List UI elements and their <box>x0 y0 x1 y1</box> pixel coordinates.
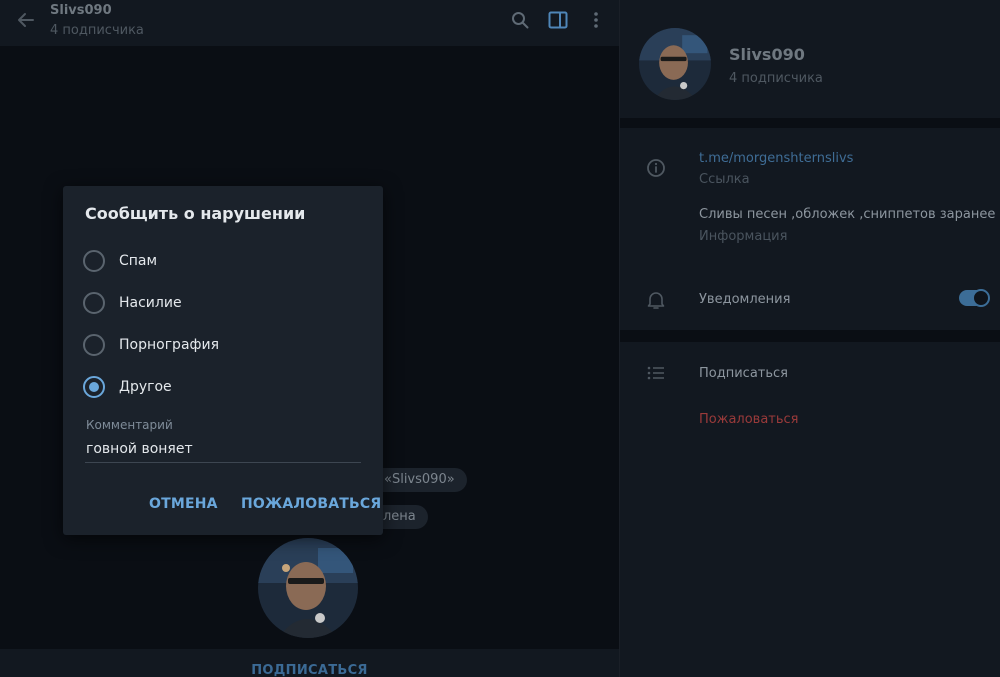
comment-label: Комментарий <box>86 418 173 432</box>
channel-info-pane: Slivs090 4 подписчика t.me/morgenshterns… <box>620 0 1000 677</box>
channel-actions: Подписаться Пожаловаться <box>620 342 1000 677</box>
app-window: Slivs090 4 подписчика «Slivs090» лена ПО… <box>0 0 1000 677</box>
sidebar-toggle-icon[interactable] <box>547 9 569 31</box>
cancel-button[interactable]: ОТМЕНА <box>149 496 218 512</box>
chat-subtitle: 4 подписчика <box>50 23 144 38</box>
subscribe-action[interactable]: Подписаться <box>699 366 788 381</box>
link-caption: Ссылка <box>699 172 750 187</box>
channel-description: Сливы песен ,обложек ,сниппетов заранее <box>699 207 996 222</box>
report-dialog: Сообщить о нарушении Спам Насилие Порног… <box>63 186 383 535</box>
list-icon <box>644 361 668 385</box>
subscribe-button[interactable]: ПОДПИСАТЬСЯ <box>0 663 619 677</box>
comment-underline <box>85 462 361 463</box>
more-vertical-icon[interactable] <box>585 9 607 31</box>
subscriber-count: 4 подписчика <box>729 71 823 86</box>
section-divider <box>620 330 1000 342</box>
dialog-title: Сообщить о нарушении <box>85 204 306 223</box>
channel-details: t.me/morgenshternslivs Ссылка Сливы песе… <box>620 128 1000 330</box>
comment-input[interactable] <box>85 436 361 462</box>
channel-link[interactable]: t.me/morgenshternslivs <box>699 151 853 166</box>
channel-avatar-large[interactable] <box>258 538 358 638</box>
report-option-violence[interactable]: Насилие <box>83 290 363 316</box>
search-icon[interactable] <box>509 9 531 31</box>
report-action[interactable]: Пожаловаться <box>699 412 799 427</box>
info-icon <box>644 156 668 180</box>
option-label: Насилие <box>119 295 182 311</box>
radio-button[interactable] <box>83 250 105 272</box>
bell-icon <box>644 288 668 312</box>
report-option-pornography[interactable]: Порнография <box>83 332 363 358</box>
option-label: Спам <box>119 253 158 269</box>
radio-button-selected[interactable] <box>83 376 105 398</box>
chat-header: Slivs090 4 подписчика <box>0 0 619 46</box>
radio-button[interactable] <box>83 292 105 314</box>
channel-avatar[interactable] <box>639 28 711 100</box>
option-label: Порнография <box>119 337 220 353</box>
description-caption: Информация <box>699 229 788 244</box>
report-option-spam[interactable]: Спам <box>83 248 363 274</box>
info-header: Slivs090 4 подписчика <box>620 0 1000 118</box>
section-divider <box>620 118 1000 128</box>
channel-name: Slivs090 <box>729 45 805 64</box>
radio-button[interactable] <box>83 334 105 356</box>
option-label: Другое <box>119 379 172 395</box>
notifications-toggle[interactable] <box>959 289 990 307</box>
subscribe-bar: ПОДПИСАТЬСЯ <box>0 649 619 677</box>
chat-title[interactable]: Slivs090 <box>50 3 112 18</box>
back-arrow-icon[interactable] <box>14 8 38 32</box>
notifications-label: Уведомления <box>699 292 791 307</box>
toggle-knob <box>972 289 990 307</box>
report-submit-button[interactable]: ПОЖАЛОВАТЬСЯ <box>241 496 381 512</box>
report-option-other[interactable]: Другое <box>83 374 363 400</box>
